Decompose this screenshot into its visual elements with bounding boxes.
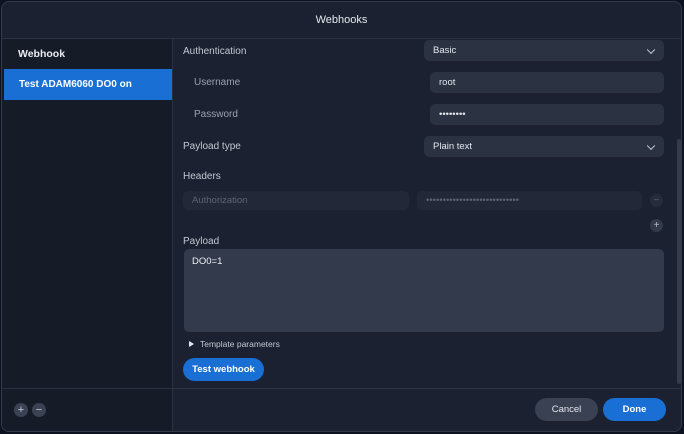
authentication-value: Basic — [433, 45, 457, 56]
payload-label: Payload — [183, 236, 220, 247]
disclosure-triangle-icon — [189, 341, 194, 347]
payload-textarea[interactable]: DO0=1 — [184, 249, 664, 332]
header-key-field[interactable]: Authorization — [183, 191, 409, 210]
authentication-label: Authentication — [183, 46, 247, 57]
remove-header-button[interactable]: − — [650, 194, 663, 207]
dialog-footer: Cancel Done — [173, 388, 681, 431]
authentication-select[interactable]: Basic — [424, 40, 664, 61]
username-value: root — [439, 77, 456, 88]
username-label: Username — [194, 77, 241, 88]
scrollbar[interactable] — [677, 139, 681, 384]
sidebar-header: Webhook — [18, 47, 66, 60]
payload-type-label: Payload type — [183, 141, 241, 152]
test-webhook-button[interactable]: Test webhook — [183, 358, 264, 381]
payload-type-value: Plain text — [433, 141, 473, 152]
webhooks-dialog: Webhooks Webhook Test ADAM6060 DO0 on + … — [1, 1, 682, 432]
cancel-button[interactable]: Cancel — [535, 398, 598, 421]
template-parameters-label: Template parameters — [200, 339, 280, 349]
sidebar-item-webhook[interactable]: Test ADAM6060 DO0 on — [4, 69, 172, 100]
password-label: Password — [194, 109, 238, 120]
done-button[interactable]: Done — [603, 398, 666, 421]
dialog-title: Webhooks — [2, 2, 681, 39]
headers-label: Headers — [183, 171, 221, 182]
username-field[interactable]: root — [430, 72, 664, 93]
payload-type-select[interactable]: Plain text — [424, 136, 664, 157]
chevron-down-icon — [646, 141, 656, 150]
template-parameters-toggle[interactable]: Template parameters — [189, 339, 280, 349]
password-field[interactable]: •••••••• — [430, 104, 664, 125]
chevron-down-icon — [646, 45, 656, 54]
webhook-settings-panel: Authentication Basic Username root Passw… — [173, 39, 681, 388]
add-webhook-button[interactable]: + — [14, 403, 28, 417]
header-value-field[interactable]: •••••••••••••••••••••••••••• — [417, 191, 642, 210]
password-value: •••••••• — [439, 109, 466, 120]
sidebar: Webhook Test ADAM6060 DO0 on + − — [2, 39, 173, 431]
header-key-placeholder: Authorization — [192, 195, 248, 206]
sidebar-footer: + − — [2, 388, 172, 431]
remove-webhook-button[interactable]: − — [32, 403, 46, 417]
header-value-placeholder: •••••••••••••••••••••••••••• — [426, 195, 520, 206]
add-header-button[interactable]: + — [650, 219, 663, 232]
